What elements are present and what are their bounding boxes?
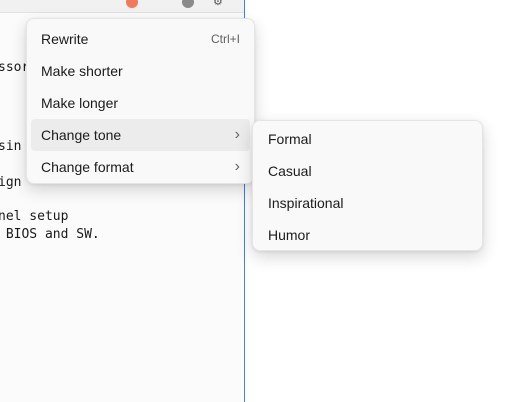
submenu-item-casual[interactable]: Casual bbox=[257, 155, 478, 187]
tone-submenu: Formal Casual Inspirational Humor bbox=[252, 120, 483, 251]
submenu-item-label: Humor bbox=[268, 227, 311, 243]
shortcut-hint: Ctrl+I bbox=[210, 32, 240, 46]
editor-line: BIOS and SW. bbox=[0, 227, 100, 242]
submenu-item-inspirational[interactable]: Inspirational bbox=[257, 187, 478, 219]
submenu-item-label: Casual bbox=[268, 163, 312, 179]
menu-item-label: Change format bbox=[41, 159, 134, 175]
editor-line: nel setup bbox=[0, 209, 69, 224]
submenu-item-humor[interactable]: Humor bbox=[257, 219, 478, 251]
menu-item-change-tone[interactable]: Change tone › bbox=[31, 119, 250, 151]
submenu-item-label: Formal bbox=[268, 131, 312, 147]
rewrite-context-menu: Rewrite Ctrl+I Make shorter Make longer … bbox=[26, 18, 255, 184]
submenu-item-label: Inspirational bbox=[268, 195, 344, 211]
chevron-right-icon: › bbox=[234, 158, 240, 175]
menu-item-label: Make longer bbox=[41, 95, 119, 111]
menu-item-make-longer[interactable]: Make longer bbox=[31, 87, 250, 119]
menu-item-change-format[interactable]: Change format › bbox=[31, 151, 250, 183]
menu-item-rewrite[interactable]: Rewrite Ctrl+I bbox=[31, 23, 250, 55]
submenu-item-formal[interactable]: Formal bbox=[257, 123, 478, 155]
menu-item-label: Change tone bbox=[41, 127, 122, 143]
menu-item-label: Rewrite bbox=[41, 31, 89, 47]
editor-toolbar: ⚙ bbox=[0, 0, 244, 13]
menu-item-label: Make shorter bbox=[41, 63, 123, 79]
gear-icon[interactable]: ⚙ bbox=[213, 0, 225, 8]
menu-item-make-shorter[interactable]: Make shorter bbox=[31, 55, 250, 87]
copilot-icon[interactable] bbox=[126, 0, 138, 8]
chevron-right-icon: › bbox=[234, 126, 240, 143]
avatar-icon[interactable] bbox=[182, 0, 194, 8]
